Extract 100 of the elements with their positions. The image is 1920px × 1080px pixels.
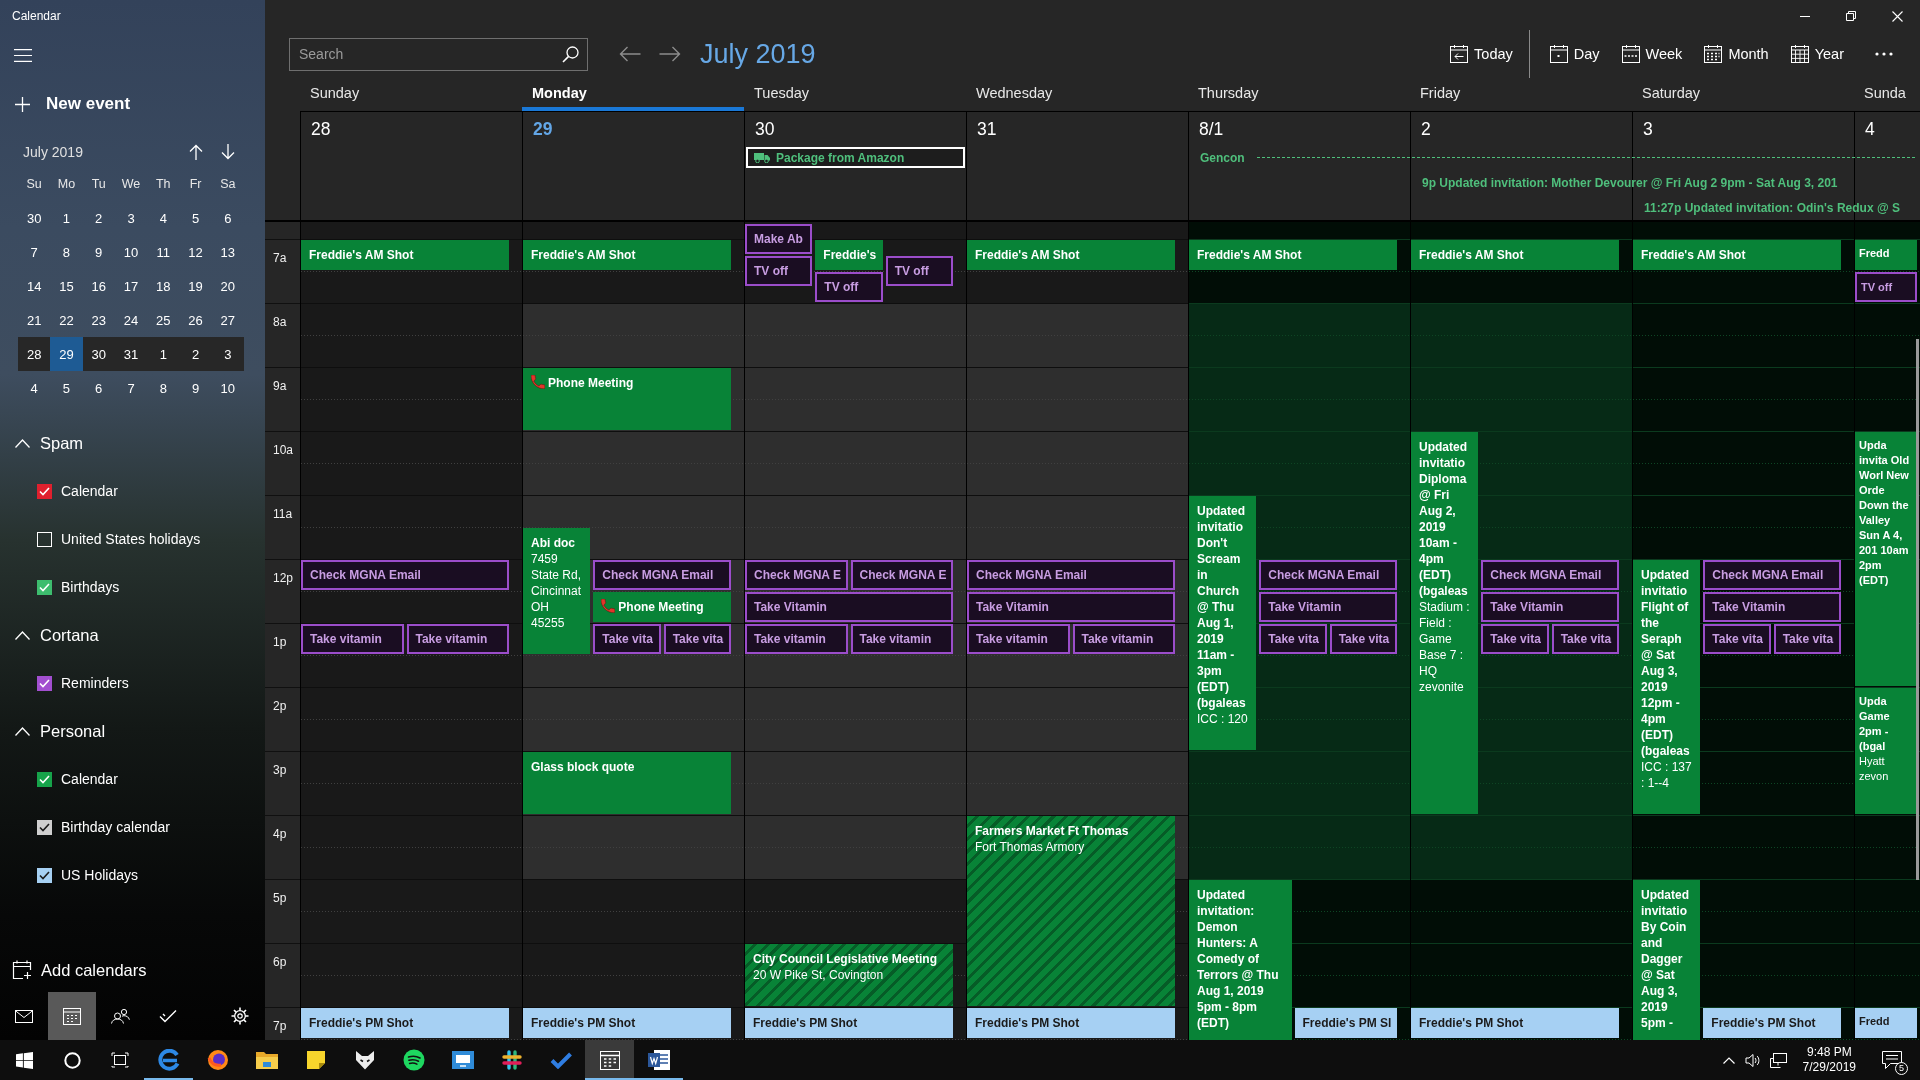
calendar-toggle[interactable]: Reminders: [37, 659, 135, 707]
date-button[interactable]: 19: [179, 269, 212, 303]
reminder-event[interactable]: Take vita: [1551, 624, 1619, 654]
reminder-event[interactable]: Take vitamin: [967, 624, 1070, 654]
reminder-event[interactable]: Take vita: [663, 624, 731, 654]
calendar-toggle[interactable]: Birthday calendar: [37, 803, 176, 851]
date-button[interactable]: 9: [82, 235, 115, 269]
day-header[interactable]: Tuesday: [744, 76, 966, 111]
reminder-event[interactable]: Check MGNA Email: [967, 560, 1175, 590]
calendar-event[interactable]: Fredd: [1855, 1008, 1917, 1038]
new-event-button[interactable]: New event: [0, 84, 137, 124]
date-button[interactable]: 21: [18, 303, 51, 337]
reminder-event[interactable]: Take Vitamin: [1481, 592, 1619, 622]
calendar-event[interactable]: Freddie's AM Shot: [301, 240, 509, 270]
all-day-event[interactable]: 9p Updated invitation: Mother Devourer @ Fri Aug 2 9pm - Sat Aug 3, 201: [1418, 172, 1842, 193]
reminder-event[interactable]: Take Vitamin: [1703, 592, 1841, 622]
today-button[interactable]: Today: [1444, 36, 1519, 72]
action-center-button[interactable]: 5: [1872, 1040, 1912, 1080]
date-button[interactable]: 2: [82, 201, 115, 235]
calendar-event[interactable]: Freddie's PM Shot: [301, 1008, 509, 1038]
checkbox[interactable]: [37, 483, 52, 499]
reminder-event[interactable]: TV off: [745, 256, 813, 286]
date-button[interactable]: 5: [179, 201, 212, 235]
calendar-event[interactable]: Fredd: [1855, 240, 1917, 270]
day-header[interactable]: Friday: [1410, 76, 1632, 111]
date-button[interactable]: 7: [18, 235, 51, 269]
checkbox[interactable]: [37, 867, 52, 883]
calendar-event[interactable]: Abi doc 7459 State Rd, Cincinnat OH 45255: [523, 528, 591, 654]
reminder-event[interactable]: Make Ab: [745, 224, 813, 254]
calendar-toggle[interactable]: Birthdays: [37, 563, 126, 611]
reminder-event[interactable]: Check MGNA Email: [1481, 560, 1619, 590]
day-header[interactable]: Saturday: [1632, 76, 1854, 111]
date-button[interactable]: 27: [211, 303, 244, 337]
calendar-event[interactable]: Freddie's PM Shot: [1411, 1008, 1619, 1038]
date-button[interactable]: 4: [147, 201, 180, 235]
date-button[interactable]: 1: [50, 201, 83, 235]
calendar-toggle[interactable]: US Holidays: [37, 851, 145, 899]
date-button[interactable]: 1: [147, 337, 180, 371]
month-view-button[interactable]: Month: [1698, 36, 1775, 72]
reminder-event[interactable]: Check MGNA E: [850, 560, 953, 590]
reminder-event[interactable]: Take vitamin: [406, 624, 509, 654]
reminder-event[interactable]: Check MGNA Email: [301, 560, 509, 590]
network-icon[interactable]: [1769, 1052, 1787, 1068]
clock[interactable]: 9:48 PM 7/29/2019: [1796, 1045, 1862, 1075]
date-button[interactable]: 24: [114, 303, 148, 337]
date-button[interactable]: 3: [114, 201, 148, 235]
date-button[interactable]: 23: [82, 303, 115, 337]
date-button[interactable]: 13: [211, 235, 244, 269]
calendar-event[interactable]: Freddie's PM Shot: [967, 1008, 1175, 1038]
search-icon[interactable]: [562, 45, 579, 63]
checkbox[interactable]: [37, 771, 52, 787]
calendar-event[interactable]: Updated invitatio By Coin and Dagger @ Sat Aug 3, 2019 5pm -: [1633, 880, 1701, 1040]
search-field[interactable]: Search: [289, 37, 588, 71]
date-button[interactable]: 3: [211, 337, 244, 371]
date-button[interactable]: 4: [18, 371, 51, 405]
date-button[interactable]: 9: [179, 371, 212, 405]
reminder-event[interactable]: Take vitamin: [745, 624, 848, 654]
date-button[interactable]: 20: [211, 269, 244, 303]
month-label[interactable]: July 2019: [18, 144, 83, 160]
reminder-event[interactable]: TV off: [885, 256, 953, 286]
calendar-event[interactable]: Updated invitatio Diploma @ Fri Aug 2, 2019 10am - 4pm (EDT) (bgaleas Stadium : Field : Game Base 7 : HQ zevonite: [1411, 432, 1479, 814]
calendar-event[interactable]: Freddie's AM Shot: [1633, 240, 1841, 270]
calendar-event[interactable]: Freddie's AM Shot: [1411, 240, 1619, 270]
all-day-event[interactable]: Gencon: [1196, 147, 1919, 168]
date-button[interactable]: 16: [82, 269, 115, 303]
date-button[interactable]: 5: [50, 371, 83, 405]
reminder-event[interactable]: Check MGNA Email: [1259, 560, 1397, 590]
scrollbar[interactable]: [1916, 339, 1919, 880]
date-button[interactable]: 22: [50, 303, 83, 337]
calendar-event[interactable]: Freddie's: [815, 240, 883, 270]
month-title-button[interactable]: July 2019: [698, 38, 818, 70]
calendar-toggle[interactable]: Calendar: [37, 755, 124, 803]
reminder-event[interactable]: Take vitamin: [850, 624, 953, 654]
date-button[interactable]: 6: [211, 201, 244, 235]
checkbox[interactable]: [37, 579, 52, 595]
reminder-event[interactable]: Take Vitamin: [745, 592, 953, 622]
speaker-icon[interactable]: [1744, 1052, 1760, 1068]
day-header[interactable]: Sunda: [1854, 76, 1920, 111]
date-button[interactable]: 8: [50, 235, 83, 269]
calendar-event[interactable]: Freddie's PM Shot: [1703, 1008, 1841, 1038]
date-button[interactable]: 15: [50, 269, 83, 303]
day-header[interactable]: Sunday: [300, 76, 522, 111]
reminder-event[interactable]: Take vitamin: [301, 624, 404, 654]
reminder-event[interactable]: Check MGNA E: [745, 560, 848, 590]
calendar-event[interactable]: Updated invitatio Flight of the Seraph @ Sat Aug 3, 2019 12pm - 4pm (EDT) (bgaleas ICC : 137 : 1--4: [1633, 560, 1701, 814]
day-header[interactable]: Thursday: [1188, 76, 1410, 111]
date-button[interactable]: 18: [147, 269, 180, 303]
calendar-event[interactable]: Freddie's AM Shot: [523, 240, 731, 270]
reminder-event[interactable]: Check MGNA Email: [1703, 560, 1841, 590]
reminder-event[interactable]: Take vita: [593, 624, 661, 654]
calendar-button[interactable]: [48, 992, 96, 1040]
date-button[interactable]: 7: [114, 371, 148, 405]
add-calendars-button[interactable]: Add calendars: [0, 948, 153, 992]
reminder-event[interactable]: Check MGNA Email: [593, 560, 731, 590]
reminder-event[interactable]: Take Vitamin: [967, 592, 1175, 622]
date-button[interactable]: 26: [179, 303, 212, 337]
date-button[interactable]: 31: [114, 337, 148, 371]
all-day-event[interactable]: Package from Amazon: [746, 147, 965, 168]
date-button[interactable]: 10: [211, 371, 244, 405]
calendar-event[interactable]: Freddie's AM Shot: [1189, 240, 1397, 270]
